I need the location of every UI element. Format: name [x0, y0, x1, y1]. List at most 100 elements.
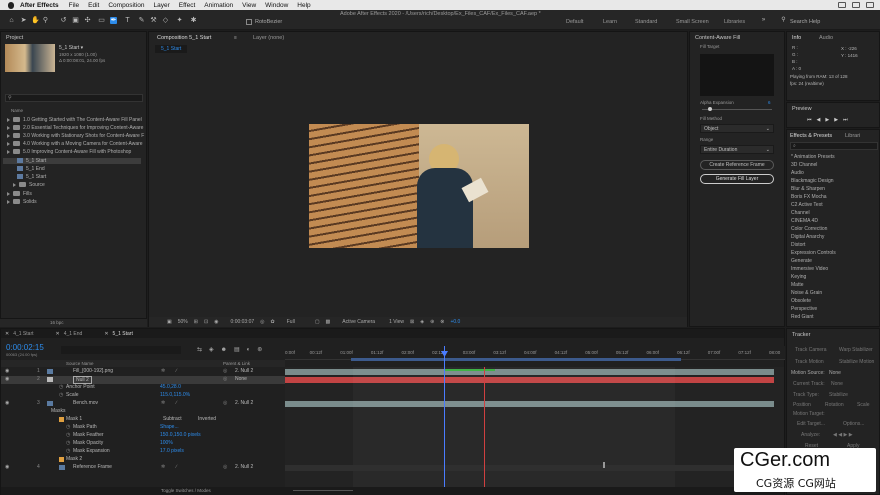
tree-folder-1[interactable]: 1.0 Getting Started with The Content-Awa… — [7, 117, 142, 123]
stabilize-motion-button[interactable]: Stabilize Motion — [839, 359, 874, 365]
prop-anchor-point[interactable]: ◷ Anchor Point 45.0,28.0 — [1, 384, 285, 392]
effect-expression-controls[interactable]: Expression Controls — [791, 250, 836, 256]
toggle-switches-modes[interactable]: Toggle Switches / Modes — [161, 488, 211, 493]
tree-folder-fills[interactable]: Fills — [7, 191, 32, 197]
work-area-bar[interactable] — [351, 358, 681, 361]
prop-scale[interactable]: ◷ Scale 115.0,115.0% — [1, 392, 285, 400]
mask-mode-dropdown[interactable]: Subtract — [163, 416, 182, 422]
menu-file[interactable]: File — [69, 2, 79, 9]
range-dropdown[interactable]: Entire Duration ⌄ — [700, 145, 774, 154]
effect-generate[interactable]: Generate — [791, 258, 812, 264]
effect-channel[interactable]: Channel — [791, 210, 810, 216]
effect-perspective[interactable]: Perspective — [791, 306, 817, 312]
composition-tab[interactable]: Composition 5_1 Start — [157, 35, 211, 41]
menu-layer[interactable]: Layer — [153, 2, 169, 9]
menu-effect[interactable]: Effect — [179, 2, 196, 9]
prop-mask-opacity[interactable]: ◷ Mask Opacity 100% — [1, 440, 285, 448]
mask-expansion-value[interactable]: 17.0 pixels — [160, 448, 184, 454]
rectangle-tool-icon[interactable]: ▭ — [98, 17, 105, 24]
tree-folder-4[interactable]: 4.0 Working with a Moving Camera for Con… — [7, 141, 143, 147]
search-help-icon[interactable]: ⚲ — [780, 17, 787, 24]
layer-row-4[interactable]: ◉ 4 Reference Frame ✲ ∕ ◎ 2. Null 2 — [1, 464, 285, 472]
workspace-libraries[interactable]: Libraries — [724, 19, 745, 25]
eraser-tool-icon[interactable]: ◇ — [162, 17, 169, 24]
pickwhip-icon[interactable]: ◎ — [223, 464, 227, 470]
workspace-learn[interactable]: Learn — [603, 19, 617, 25]
play-icon[interactable]: ▶ — [825, 117, 829, 123]
tree-folder-3[interactable]: 3.0 Working with Stationary Shots for Co… — [7, 133, 144, 139]
warp-stabilizer-button[interactable]: Warp Stabilizer — [839, 347, 873, 353]
view-layout-dropdown[interactable]: 1 View — [389, 319, 404, 325]
rotobezier-checkbox[interactable] — [246, 19, 252, 25]
workspace-standard[interactable]: Standard — [635, 19, 657, 25]
pen-tool-icon[interactable]: ✒ — [110, 17, 117, 24]
bpc-footer[interactable]: 16 bpc — [50, 320, 64, 325]
effect-noise-grain[interactable]: Noise & Grain — [791, 290, 822, 296]
position-checkbox[interactable]: Position — [793, 402, 811, 408]
tree-folder-solids[interactable]: Solids — [7, 199, 37, 205]
close-tab-icon[interactable]: ✕ — [56, 331, 60, 337]
prop-mask-feather[interactable]: ◷ Mask Feather 150.0,150.0 pixels — [1, 432, 285, 440]
stopwatch-icon[interactable]: ◷ — [59, 384, 63, 390]
stopwatch-icon[interactable]: ◷ — [66, 432, 70, 438]
project-search-input[interactable]: ⚲ — [5, 94, 143, 102]
grid-icon[interactable]: ⊡ — [204, 319, 208, 325]
playhead-line[interactable] — [444, 346, 445, 495]
preview-tab[interactable]: Preview — [792, 106, 812, 112]
close-tab-icon[interactable]: ✕ — [5, 331, 9, 337]
app-menu[interactable]: After Effects — [20, 2, 59, 9]
fill-method-dropdown[interactable]: Object ⌄ — [700, 124, 774, 133]
effect-cinema-4d[interactable]: CINEMA 4D — [791, 218, 818, 224]
snapshot-icon[interactable]: ◎ — [260, 319, 264, 325]
visibility-eye-icon[interactable]: ◉ — [5, 464, 9, 470]
layer-row-3[interactable]: ◉ 3 Bench.mov ✲ ∕ ◎ 2. Null 2 — [1, 400, 285, 408]
layer-bar-reference[interactable] — [285, 465, 774, 471]
tree-comp-5-1-start-selected[interactable]: 5_1 Start — [3, 158, 141, 164]
libraries-tab[interactable]: Librari — [845, 133, 860, 139]
layer-name[interactable]: Bench.mov — [73, 400, 98, 406]
pickwhip-icon[interactable]: ◎ — [223, 376, 227, 382]
prop-mask-path[interactable]: ◷ Mask Path Shape... — [1, 424, 285, 432]
draft-3d-toggle-icon[interactable]: ◈ — [209, 346, 214, 353]
scale-value[interactable]: 115.0,115.0% — [160, 392, 190, 398]
exposure-value[interactable]: +0.0 — [450, 319, 460, 325]
brush-tool-icon[interactable]: ✎ — [138, 17, 145, 24]
status-icon[interactable] — [838, 2, 846, 8]
menu-edit[interactable]: Edit — [88, 2, 99, 9]
mask-opacity-value[interactable]: 100% — [160, 440, 173, 446]
stopwatch-icon[interactable]: ◷ — [66, 424, 70, 430]
comp-subtab[interactable]: 5_1 Start — [155, 45, 188, 53]
layer-keyframe[interactable] — [603, 462, 605, 468]
menu-view[interactable]: View — [242, 2, 256, 9]
parent-dropdown[interactable]: 2. Null 2 — [235, 400, 253, 406]
scale-checkbox[interactable]: Scale — [857, 402, 870, 408]
menu-help[interactable]: Help — [297, 2, 310, 9]
workspace-default[interactable]: Default — [566, 19, 583, 25]
caf-tab[interactable]: Content-Aware Fill — [695, 35, 740, 41]
tracker-tab[interactable]: Tracker — [792, 332, 810, 338]
clone-stamp-icon[interactable]: ⚒ — [150, 17, 157, 24]
edit-target-button[interactable]: Edit Target... — [797, 421, 825, 427]
mask-color-swatch[interactable] — [59, 417, 64, 422]
col-source-name[interactable]: Source Name — [66, 361, 94, 366]
timeline-tab-4-1-start[interactable]: 4_1 Start — [13, 331, 33, 337]
timeline-track-area[interactable] — [285, 367, 784, 487]
timeline-timecode[interactable]: 0:00:02:15 — [6, 343, 44, 352]
rotate-tool-icon[interactable]: ↺ — [60, 17, 67, 24]
channel-icon[interactable]: ✿ — [271, 319, 275, 325]
exposure-reset-icon[interactable]: ⊗ — [440, 319, 444, 325]
effect-audio[interactable]: Audio — [791, 170, 804, 176]
puppet-tool-icon[interactable]: ✱ — [190, 17, 197, 24]
transparency-icon[interactable]: ▩ — [326, 319, 331, 325]
alpha-expansion-slider[interactable] — [702, 109, 772, 110]
layer-tab[interactable]: Layer (none) — [253, 35, 284, 41]
effect-digital-anarchy[interactable]: Digital Anarchy — [791, 234, 824, 240]
project-tab[interactable]: Project — [6, 35, 23, 41]
workspace-menu-icon[interactable]: » — [760, 17, 767, 24]
prop-mask-1[interactable]: Mask 1 Subtract Inverted — [1, 416, 285, 424]
mask-vis-icon[interactable]: ◉ — [214, 319, 218, 325]
effect-blackmagic[interactable]: Blackmagic Design — [791, 178, 834, 184]
effect-immersive-video[interactable]: Immersive Video — [791, 266, 828, 272]
roi-icon[interactable]: ▢ — [315, 319, 320, 325]
switch-icon[interactable]: ✲ — [161, 368, 165, 374]
